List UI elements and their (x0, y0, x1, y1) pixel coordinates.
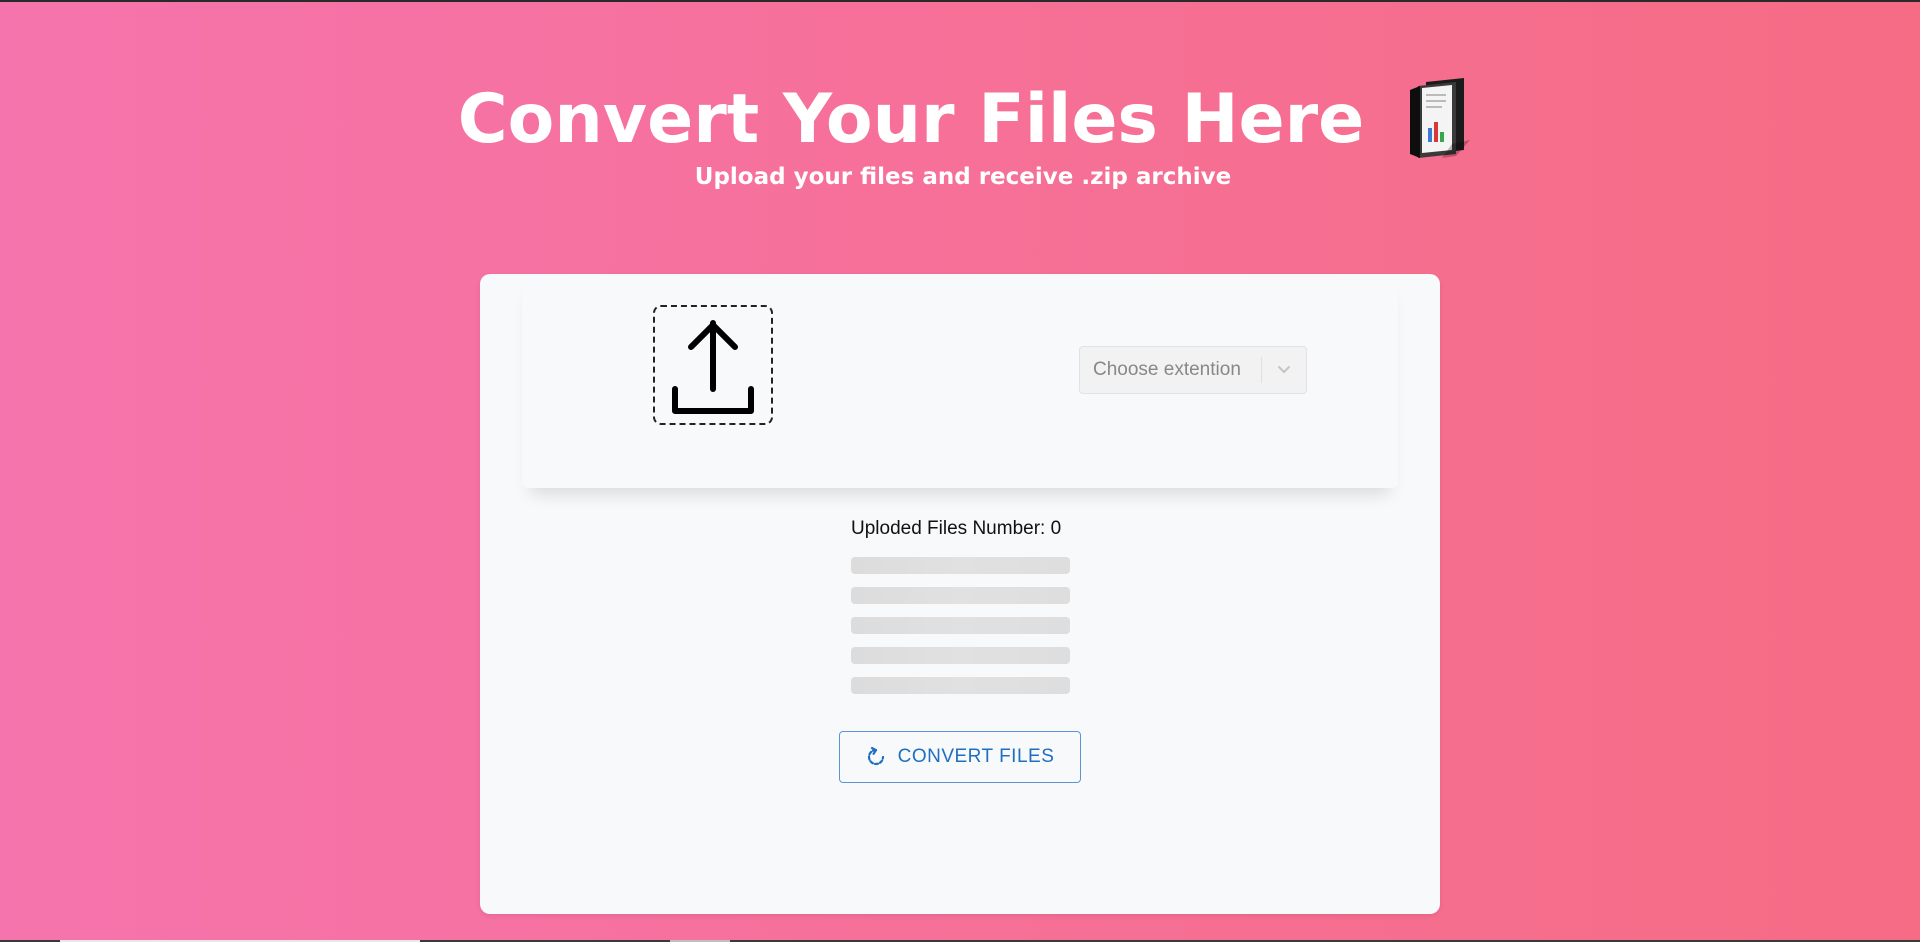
converter-card: Choose extention Uploded Files Number: 0… (480, 274, 1440, 914)
file-dropzone[interactable] (653, 305, 773, 425)
upload-icon (672, 320, 754, 414)
file-placeholder-row (851, 677, 1070, 694)
page-subtitle: Upload your files and receive .zip archi… (694, 164, 1232, 190)
title-row: Convert Your Files Here (8, 70, 1920, 170)
page-header: Convert Your Files Here Upload your file… (0, 70, 1920, 190)
folder-icon (1410, 78, 1471, 158)
refresh-icon (867, 747, 884, 766)
upload-panel: Choose extention (522, 274, 1398, 488)
convert-files-button[interactable]: CONVERT FILES (839, 731, 1081, 783)
extension-select[interactable]: Choose extention (1079, 346, 1307, 394)
convert-files-label: CONVERT FILES (897, 746, 1055, 767)
uploaded-files-section: Uploded Files Number: 0 (851, 514, 1071, 694)
window-top-border (0, 0, 1920, 2)
uploaded-files-count: Uploded Files Number: 0 (851, 518, 1062, 539)
page-title: Convert Your Files Here (457, 80, 1365, 159)
file-placeholder-row (851, 587, 1070, 604)
extension-select-placeholder: Choose extention (1093, 359, 1241, 380)
file-placeholder-row (851, 557, 1070, 574)
file-placeholder-row (851, 617, 1070, 634)
file-placeholder-row (851, 647, 1070, 664)
chevron-down-icon[interactable] (1262, 365, 1306, 375)
